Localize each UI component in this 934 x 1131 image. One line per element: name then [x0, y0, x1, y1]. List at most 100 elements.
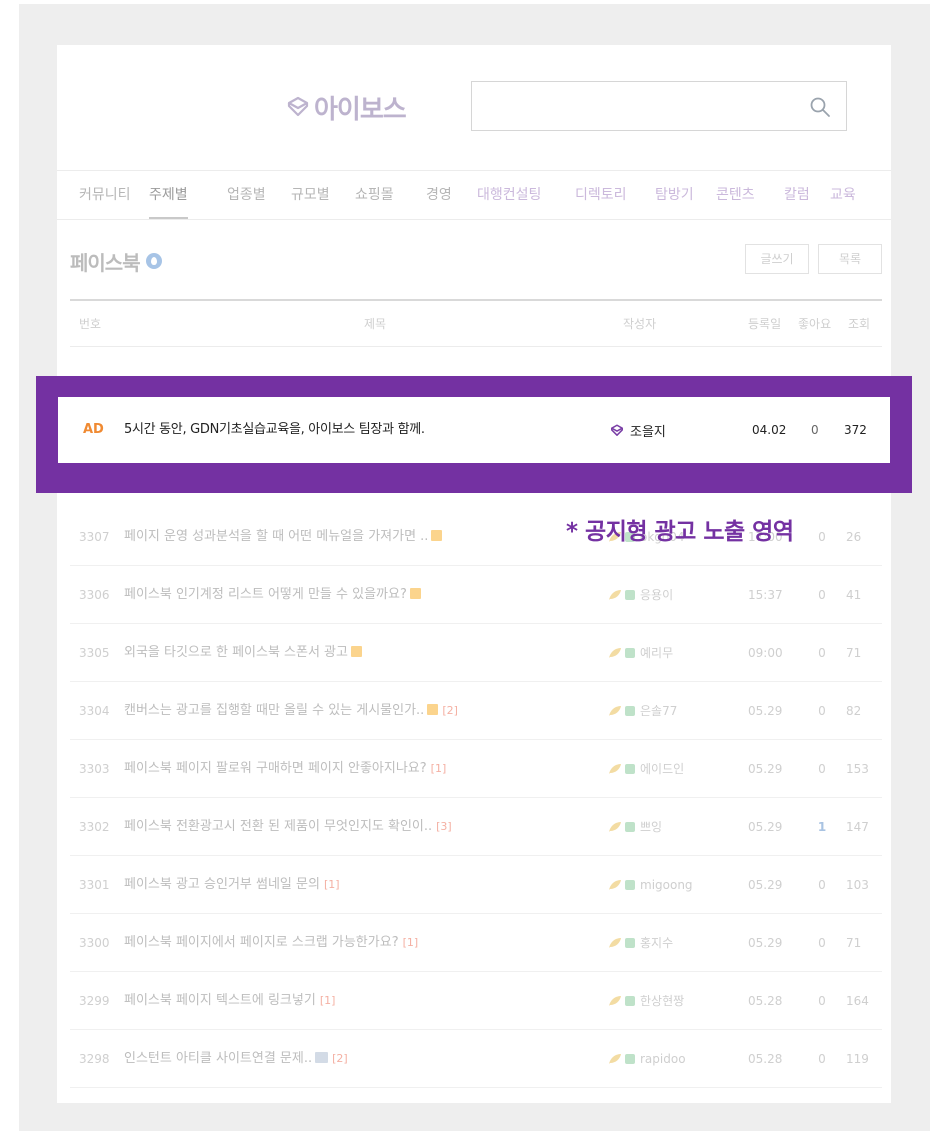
post-title-link[interactable]: 페이스북 페이지에서 페이지로 스크랩 가능한가요? [1]	[124, 914, 418, 972]
table-row[interactable]: 3304 캔버스는 광고를 집행할 때만 올릴 수 있는 게시물인가.. [2] 은솔…	[70, 682, 882, 740]
nav-item[interactable]: 규모별	[291, 171, 330, 219]
level-badge-icon	[625, 996, 635, 1006]
post-title-link[interactable]: 인스턴트 아티클 사이트연결 문제.. [2]	[124, 1030, 348, 1088]
table-row[interactable]: 3298 인스턴트 아티클 사이트연결 문제.. [2] rapidoo 05.28 0 1…	[70, 1030, 882, 1088]
search-icon[interactable]	[808, 95, 832, 119]
post-title: 외국을 타깃으로 한 페이스북 스폰서 광고	[124, 645, 348, 660]
author-name: 예리무	[640, 646, 674, 660]
leaf-level-icon	[609, 822, 621, 832]
level-badge-icon	[625, 590, 635, 600]
post-author[interactable]: migoong	[608, 856, 693, 914]
table-row[interactable]: 3306 페이스북 인기계정 리스트 어떻게 만들 수 있을까요? 응용이 15:37…	[70, 566, 882, 624]
post-likes: 0	[818, 646, 826, 660]
comment-count: [3]	[436, 820, 452, 833]
nav-item[interactable]: 칼럼	[784, 171, 810, 219]
nav-item[interactable]: 경영	[426, 171, 452, 219]
post-title: 인스턴트 아티클 사이트연결 문제..	[124, 1051, 313, 1066]
post-number: 3298	[79, 1052, 110, 1066]
ad-area-notice: * 공지형 광고 노출 영역	[566, 519, 794, 545]
ad-tag: AD	[83, 422, 104, 437]
comment-count: [2]	[332, 1052, 348, 1065]
post-likes: 0	[818, 936, 826, 950]
post-date: 05.29	[748, 936, 783, 950]
table-row[interactable]: 3300 페이스북 페이지에서 페이지로 스크랩 가능한가요? [1] 홍지수 05.2…	[70, 914, 882, 972]
author-logo-icon	[610, 423, 624, 436]
post-title-link[interactable]: 페이스북 페이지 텍스트에 링크넣기 [1]	[124, 972, 335, 1030]
post-date: 05.29	[748, 704, 783, 718]
comment-count: [1]	[402, 936, 419, 949]
level-badge-icon	[625, 822, 635, 832]
image-icon	[315, 1052, 329, 1063]
leaf-level-icon	[609, 880, 621, 890]
table-row[interactable]: 3302 페이스북 전환광고시 전환 된 제품이 무엇인지도 확인이.. [3] 쁘잉…	[70, 798, 882, 856]
nav-item[interactable]: 디렉토리	[575, 171, 627, 219]
table-row[interactable]: 3303 페이스북 페이지 팔로워 구매하면 페이지 안좋아지나요? [1] 에이드인…	[70, 740, 882, 798]
ad-title-link[interactable]: 5시간 동안, GDN기초실습교육을, 아이보스 팀장과 함께.	[124, 397, 425, 463]
nav-item[interactable]: 탐방기	[655, 171, 694, 219]
logo-icon	[287, 96, 309, 117]
post-title: 페이스북 페이지 텍스트에 링크넣기	[124, 993, 316, 1008]
nav-item[interactable]: 쇼핑몰	[355, 171, 394, 219]
post-author[interactable]: 은솔77	[608, 682, 677, 740]
ad-author[interactable]: 조을지	[610, 397, 666, 463]
post-views: 153	[846, 762, 869, 776]
write-button[interactable]: 글쓰기	[745, 244, 809, 274]
level-badge-icon	[625, 938, 635, 948]
post-number: 3307	[79, 530, 110, 544]
site-logo[interactable]: 아이보스	[286, 92, 407, 125]
nav-item[interactable]: 교육	[830, 171, 856, 219]
post-author[interactable]: 쁘잉	[608, 798, 662, 856]
post-likes: 0	[818, 762, 826, 776]
post-author[interactable]: 에이드인	[608, 740, 684, 798]
search-input[interactable]	[472, 82, 792, 130]
post-number: 3302	[79, 820, 110, 834]
post-title: 페이스북 전환광고시 전환 된 제품이 무엇인지도 확인이..	[124, 819, 433, 834]
ad-date: 04.02	[752, 423, 787, 437]
nav-item[interactable]: 주제별	[149, 171, 188, 219]
post-title-link[interactable]: 캔버스는 광고를 집행할 때만 올릴 수 있는 게시물인가.. [2]	[124, 682, 458, 740]
nav-item[interactable]: 업종별	[227, 171, 266, 219]
post-title-link[interactable]: 페이지 운영 성과분석을 할 때 어떤 메뉴얼을 가져가면 ..	[124, 508, 443, 566]
post-number: 3303	[79, 762, 110, 776]
post-title-link[interactable]: 페이스북 광고 승인거부 썸네일 문의 [1]	[124, 856, 340, 914]
table-row[interactable]: 3305 외국을 타깃으로 한 페이스북 스폰서 광고 예리무 09:00 0 71	[70, 624, 882, 682]
post-title-link[interactable]: 외국을 타깃으로 한 페이스북 스폰서 광고	[124, 624, 362, 682]
post-title-link[interactable]: 페이스북 전환광고시 전환 된 제품이 무엇인지도 확인이.. [3]	[124, 798, 452, 856]
ad-views: 372	[844, 423, 867, 437]
post-author[interactable]: 예리무	[608, 624, 673, 682]
post-likes: 0	[818, 878, 826, 892]
post-author[interactable]: rapidoo	[608, 1030, 686, 1088]
author-name: 쁘잉	[640, 820, 663, 834]
post-author[interactable]: 응용이	[608, 566, 673, 624]
ad-highlight-box: AD 5시간 동안, GDN기초실습교육을, 아이보스 팀장과 함께. 조을지 …	[36, 376, 912, 493]
board-card: 아이보스 커뮤니티 주제별 업종별 규모별 쇼핑몰 경영 대행컨설팅 디렉토리 탐방기 콘텐츠 칼럼…	[57, 45, 891, 1103]
post-number: 3299	[79, 994, 110, 1008]
author-name: rapidoo	[640, 1052, 686, 1066]
ad-row[interactable]: AD 5시간 동안, GDN기초실습교육을, 아이보스 팀장과 함께. 조을지 …	[58, 397, 890, 463]
table-row[interactable]: 3301 페이스북 광고 승인거부 썸네일 문의 [1] migoong 05.29 0 1…	[70, 856, 882, 914]
post-author[interactable]: 한상현짱	[608, 972, 684, 1030]
post-date: 05.29	[748, 878, 783, 892]
nav-item[interactable]: 대행컨설팅	[477, 171, 541, 219]
post-title-link[interactable]: 페이스북 페이지 팔로워 구매하면 페이지 안좋아지나요? [1]	[124, 740, 446, 798]
list-button[interactable]: 목록	[818, 244, 882, 274]
comment-count: [1]	[323, 878, 340, 891]
post-views: 147	[846, 820, 869, 834]
post-author[interactable]: 홍지수	[608, 914, 673, 972]
author-name: migoong	[640, 878, 693, 892]
post-title: 페이스북 광고 승인거부 썸네일 문의	[124, 877, 320, 892]
new-badge-icon	[409, 588, 421, 599]
post-likes: 0	[818, 1052, 826, 1066]
post-views: 71	[846, 936, 862, 950]
post-date: 15:37	[748, 588, 783, 602]
nav-item[interactable]: 콘텐츠	[716, 171, 755, 219]
level-badge-icon	[625, 706, 635, 716]
post-title: 페이지 운영 성과분석을 할 때 어떤 메뉴얼을 가져가면 ..	[124, 529, 429, 544]
table-row[interactable]: 3299 페이스북 페이지 텍스트에 링크넣기 [1] 한상현짱 05.28 0 164	[70, 972, 882, 1030]
post-title: 페이스북 페이지에서 페이지로 스크랩 가능한가요?	[124, 935, 399, 950]
drop-icon	[145, 253, 162, 269]
comment-count: [2]	[442, 704, 458, 717]
post-title-link[interactable]: 페이스북 인기계정 리스트 어떻게 만들 수 있을까요?	[124, 566, 421, 624]
header-title: 제목	[364, 317, 387, 331]
nav-item[interactable]: 커뮤니티	[79, 171, 131, 219]
